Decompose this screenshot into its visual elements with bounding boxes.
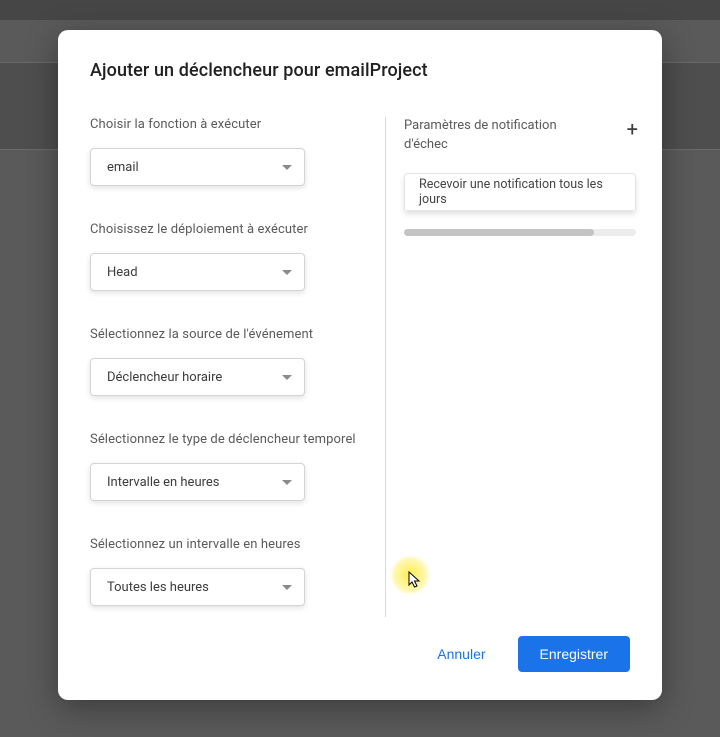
function-select[interactable]: email xyxy=(90,148,305,186)
scrollbar-thumb[interactable] xyxy=(404,229,594,236)
interval-label: Sélectionnez un intervalle en heures xyxy=(90,537,385,552)
notification-header: Paramètres de notification d'échec xyxy=(404,117,594,155)
add-notification-button[interactable]: + xyxy=(627,117,642,139)
deployment-label: Choisissez le déploiement à exécuter xyxy=(90,222,385,237)
function-label: Choisir la fonction à exécuter xyxy=(90,117,385,132)
trigger-type-value: Intervalle en heures xyxy=(107,475,282,490)
chevron-down-icon xyxy=(282,165,292,170)
right-column: Paramètres de notification d'échec + Rec… xyxy=(404,117,642,624)
notification-frequency-value: Recevoir une notification tous les jours xyxy=(419,177,623,207)
notification-frequency-select[interactable]: Recevoir une notification tous les jours xyxy=(404,173,636,211)
trigger-type-label: Sélectionnez le type de déclencheur temp… xyxy=(90,432,385,447)
chevron-down-icon xyxy=(282,585,292,590)
bg-top-bar xyxy=(0,0,720,20)
deployment-select-value: Head xyxy=(107,265,282,280)
column-divider xyxy=(385,117,386,617)
event-source-label: Sélectionnez la source de l'événement xyxy=(90,327,385,342)
function-select-value: email xyxy=(107,160,282,175)
chevron-down-icon xyxy=(282,270,292,275)
chevron-down-icon xyxy=(282,480,292,485)
interval-select[interactable]: Toutes les heures xyxy=(90,568,305,606)
dialog-title: Ajouter un déclencheur pour emailProject xyxy=(58,30,662,81)
horizontal-scrollbar[interactable] xyxy=(404,229,636,236)
interval-value: Toutes les heures xyxy=(107,580,282,595)
event-source-select[interactable]: Déclencheur horaire xyxy=(90,358,305,396)
dialog-content: Choisir la fonction à exécuter email Cho… xyxy=(58,117,662,624)
save-button[interactable]: Enregistrer xyxy=(518,636,630,672)
trigger-dialog: Ajouter un déclencheur pour emailProject… xyxy=(58,30,662,700)
cancel-button[interactable]: Annuler xyxy=(425,636,497,672)
deployment-select[interactable]: Head xyxy=(90,253,305,291)
left-column: Choisir la fonction à exécuter email Cho… xyxy=(90,117,385,624)
dialog-footer: Annuler Enregistrer xyxy=(58,624,662,700)
trigger-type-select[interactable]: Intervalle en heures xyxy=(90,463,305,501)
notification-header-row: Paramètres de notification d'échec + xyxy=(404,117,642,155)
event-source-value: Déclencheur horaire xyxy=(107,370,282,385)
chevron-down-icon xyxy=(282,375,292,380)
